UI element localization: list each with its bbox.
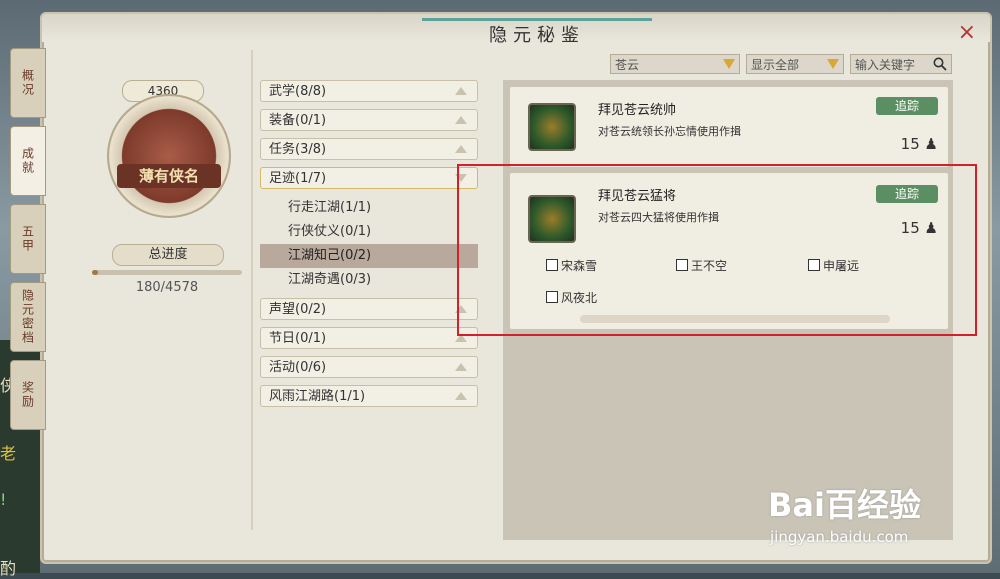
coin-icon: ♟	[924, 135, 938, 153]
search-input[interactable]: 输入关键字	[850, 54, 952, 74]
tab-overview[interactable]: 概况	[10, 48, 46, 118]
search-icon[interactable]	[933, 57, 947, 71]
category-label: 声望(0/2)	[269, 302, 327, 317]
close-button[interactable]: ×	[958, 20, 976, 45]
achievement-points: 15 ♟	[901, 135, 938, 153]
category-label: 装备(0/1)	[269, 113, 327, 128]
achievement-desc: 对苍云统领长孙忘情使用作揖	[598, 125, 741, 138]
chat-text-2: 老	[0, 444, 17, 463]
school-select[interactable]: 苍云	[610, 54, 740, 74]
category-label: 节日(0/1)	[269, 331, 327, 346]
collapse-triangle-icon	[455, 392, 467, 400]
category-item[interactable]: 活动(0/6)	[260, 356, 478, 378]
category-item[interactable]: 装备(0/1)	[260, 109, 478, 131]
category-label: 风雨江湖路(1/1)	[269, 389, 366, 404]
display-select[interactable]: 显示全部	[746, 54, 844, 74]
watermark-url: jingyan.baidu.com	[770, 528, 909, 546]
collapse-triangle-icon	[455, 145, 467, 153]
achievement-card: 拜见苍云统帅 对苍云统领长孙忘情使用作揖 追踪 15 ♟	[509, 86, 949, 168]
tab-rewards[interactable]: 奖励	[10, 360, 46, 430]
progress-text: 180/4578	[135, 280, 199, 295]
chevron-down-icon	[723, 59, 735, 69]
collapse-triangle-icon	[455, 87, 467, 95]
display-select-value: 显示全部	[751, 58, 800, 72]
category-list: 武学(8/8) 装备(0/1) 任务(3/8) 足迹(1/7) 行走江湖(1/1…	[260, 80, 478, 414]
progress-bar	[92, 270, 242, 275]
search-placeholder: 输入关键字	[855, 58, 916, 72]
category-item[interactable]: 风雨江湖路(1/1)	[260, 385, 478, 407]
category-item[interactable]: 节日(0/1)	[260, 327, 478, 349]
divider	[251, 50, 253, 530]
watermark-logo: Bai百经验	[768, 486, 921, 524]
points-value: 15	[900, 135, 920, 153]
school-select-value: 苍云	[615, 58, 640, 72]
category-item-expanded[interactable]: 足迹(1/7)	[260, 167, 478, 189]
tab-achievements[interactable]: 成就	[10, 126, 46, 196]
highlight-box	[457, 164, 977, 336]
subcategory-item[interactable]: 行走江湖(1/1)	[260, 196, 478, 220]
category-item[interactable]: 任务(3/8)	[260, 138, 478, 160]
chat-text-3: !	[0, 490, 7, 509]
collapse-triangle-icon	[455, 116, 467, 124]
subcategory-item[interactable]: 江湖奇遇(0/3)	[260, 268, 478, 292]
profile-panel: 4360 薄有侠名 总进度 180/4578	[82, 64, 252, 324]
category-label: 武学(8/8)	[269, 84, 327, 99]
chat-text-4: 酌	[0, 559, 17, 578]
progress-label: 总进度	[112, 244, 224, 266]
category-label: 足迹(1/7)	[269, 171, 327, 186]
tab-archives[interactable]: 隐元密档	[10, 282, 46, 352]
category-item[interactable]: 武学(8/8)	[260, 80, 478, 102]
category-item[interactable]: 声望(0/2)	[260, 298, 478, 320]
rank-title: 薄有侠名	[117, 164, 221, 188]
window-title: 隐元秘鉴	[422, 18, 652, 51]
achievement-icon	[528, 103, 576, 151]
progress-fill	[92, 270, 98, 275]
track-button[interactable]: 追踪	[876, 97, 938, 115]
tab-wujia[interactable]: 五甲	[10, 204, 46, 274]
rank-medal: 薄有侠名	[107, 94, 231, 218]
side-tabs: 概况 成就 五甲 隐元密档 奖励	[10, 48, 48, 438]
chevron-down-icon	[827, 59, 839, 69]
subcategory-item[interactable]: 行侠仗义(0/1)	[260, 220, 478, 244]
subcategory-item-selected[interactable]: 江湖知己(0/2)	[260, 244, 478, 268]
category-label: 活动(0/6)	[269, 360, 327, 375]
achievement-name: 拜见苍云统帅	[598, 103, 677, 118]
category-label: 任务(3/8)	[269, 142, 327, 157]
collapse-triangle-icon	[455, 363, 467, 371]
